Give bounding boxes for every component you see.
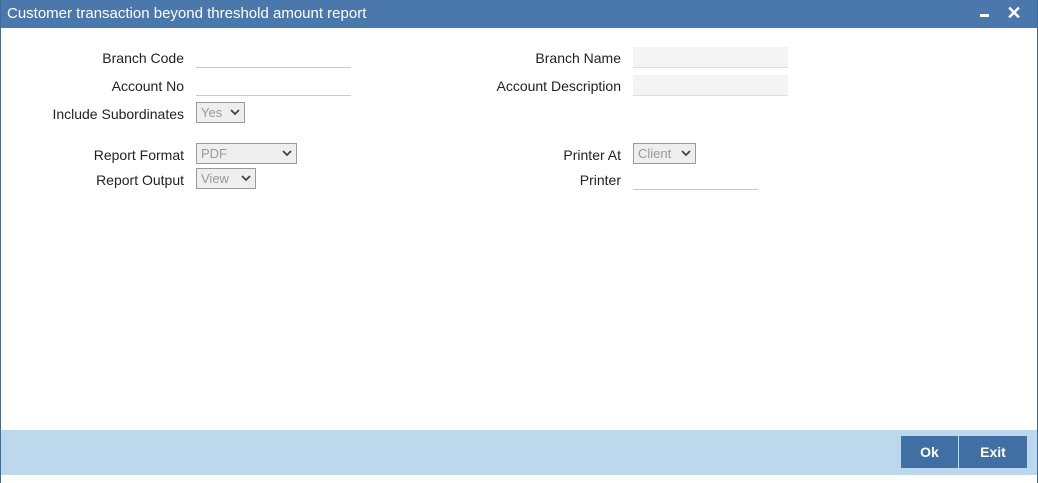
branch-code-input[interactable] [196, 47, 351, 68]
report-window: Customer transaction beyond threshold am… [0, 0, 1038, 483]
report-output-select[interactable]: View [196, 168, 256, 189]
printer-at-label: Printer At [563, 147, 621, 163]
branch-name-label: Branch Name [535, 50, 621, 66]
chevron-down-icon [241, 175, 251, 182]
ok-button[interactable]: Ok [901, 436, 958, 468]
window-title: Customer transaction beyond threshold am… [7, 5, 367, 22]
chevron-down-icon [282, 150, 292, 157]
close-icon[interactable]: ✕ [1003, 2, 1025, 24]
printer-at-select[interactable]: Client [633, 143, 696, 164]
report-format-value: PDF [201, 146, 227, 161]
report-format-label: Report Format [93, 147, 184, 163]
minimize-icon[interactable] [973, 2, 995, 24]
branch-code-label: Branch Code [102, 50, 184, 66]
report-format-select[interactable]: PDF [196, 143, 297, 164]
exit-button[interactable]: Exit [959, 436, 1027, 468]
include-subordinates-select[interactable]: Yes [196, 102, 245, 123]
printer-label: Printer [579, 172, 621, 188]
account-description-label: Account Description [496, 78, 621, 94]
include-subordinates-value: Yes [201, 105, 223, 120]
footer-bar [1, 430, 1037, 475]
account-no-input[interactable] [196, 75, 351, 96]
title-bar: Customer transaction beyond threshold am… [1, 0, 1037, 28]
chevron-down-icon [230, 109, 240, 116]
account-no-label: Account No [111, 78, 184, 94]
branch-name-input [633, 47, 788, 68]
report-output-value: View [201, 171, 229, 186]
report-output-label: Report Output [96, 172, 184, 188]
chevron-down-icon [681, 150, 691, 157]
include-subordinates-label: Include Subordinates [52, 106, 184, 122]
printer-at-value: Client [638, 146, 672, 161]
bottom-edge [1, 475, 1037, 483]
printer-input[interactable] [633, 169, 758, 190]
account-description-input [633, 75, 788, 96]
